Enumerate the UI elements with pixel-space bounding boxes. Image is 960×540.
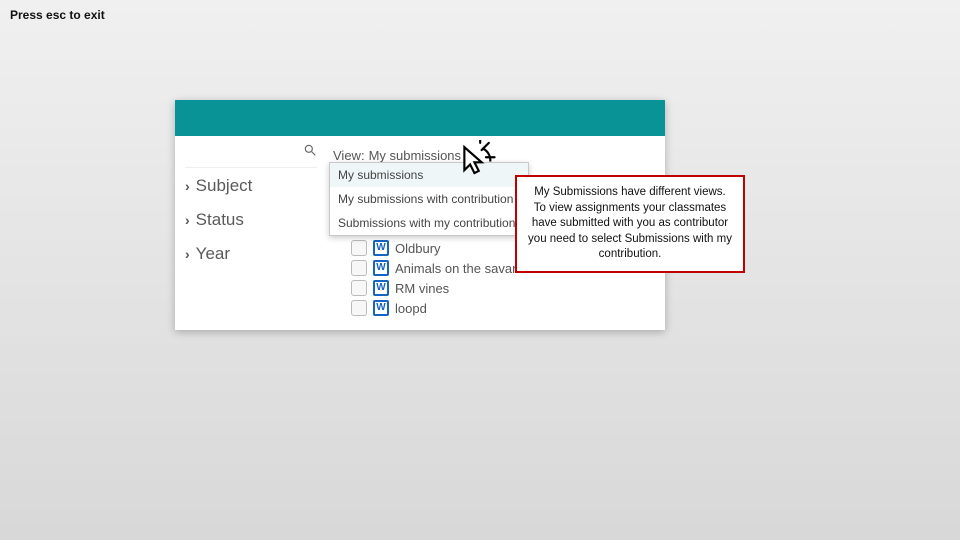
list-item[interactable]: W loopd <box>333 298 657 318</box>
facet-label: Year <box>196 244 230 264</box>
sidebar: › Subject › Status › Year <box>175 136 325 330</box>
click-cursor-icon <box>450 140 496 191</box>
view-label: View: <box>333 148 365 163</box>
view-dropdown: My submissions My submissions with contr… <box>329 162 529 236</box>
list-item[interactable]: W RM vines <box>333 278 657 298</box>
word-doc-icon: W <box>373 280 389 296</box>
chevron-right-icon: › <box>185 246 190 262</box>
esc-hint: Press esc to exit <box>10 8 105 22</box>
word-doc-icon: W <box>373 300 389 316</box>
view-option-my-submissions[interactable]: My submissions <box>330 163 528 187</box>
search-icon[interactable] <box>303 143 317 162</box>
instruction-callout: My Submissions have different views. To … <box>515 175 745 273</box>
search-row <box>185 142 317 168</box>
view-option-my-submissions-with-contribution[interactable]: My submissions with contribution <box>330 187 528 211</box>
checkbox[interactable] <box>351 260 367 276</box>
view-option-submissions-with-my-contribution[interactable]: Submissions with my contribution <box>330 211 528 235</box>
item-title: RM vines <box>395 281 449 296</box>
facet-label: Status <box>196 210 244 230</box>
item-title: loopd <box>395 301 427 316</box>
checkbox[interactable] <box>351 240 367 256</box>
facet-year[interactable]: › Year <box>185 236 317 270</box>
chevron-right-icon: › <box>185 212 190 228</box>
word-doc-icon: W <box>373 240 389 256</box>
chevron-right-icon: › <box>185 178 190 194</box>
facet-label: Subject <box>196 176 253 196</box>
item-title: Oldbury <box>395 241 441 256</box>
word-doc-icon: W <box>373 260 389 276</box>
facet-status[interactable]: › Status <box>185 202 317 236</box>
view-current: My submissions <box>369 148 461 163</box>
item-title: Animals on the savanna <box>395 261 534 276</box>
titlebar <box>175 100 665 136</box>
checkbox[interactable] <box>351 300 367 316</box>
checkbox[interactable] <box>351 280 367 296</box>
facet-subject[interactable]: › Subject <box>185 168 317 202</box>
